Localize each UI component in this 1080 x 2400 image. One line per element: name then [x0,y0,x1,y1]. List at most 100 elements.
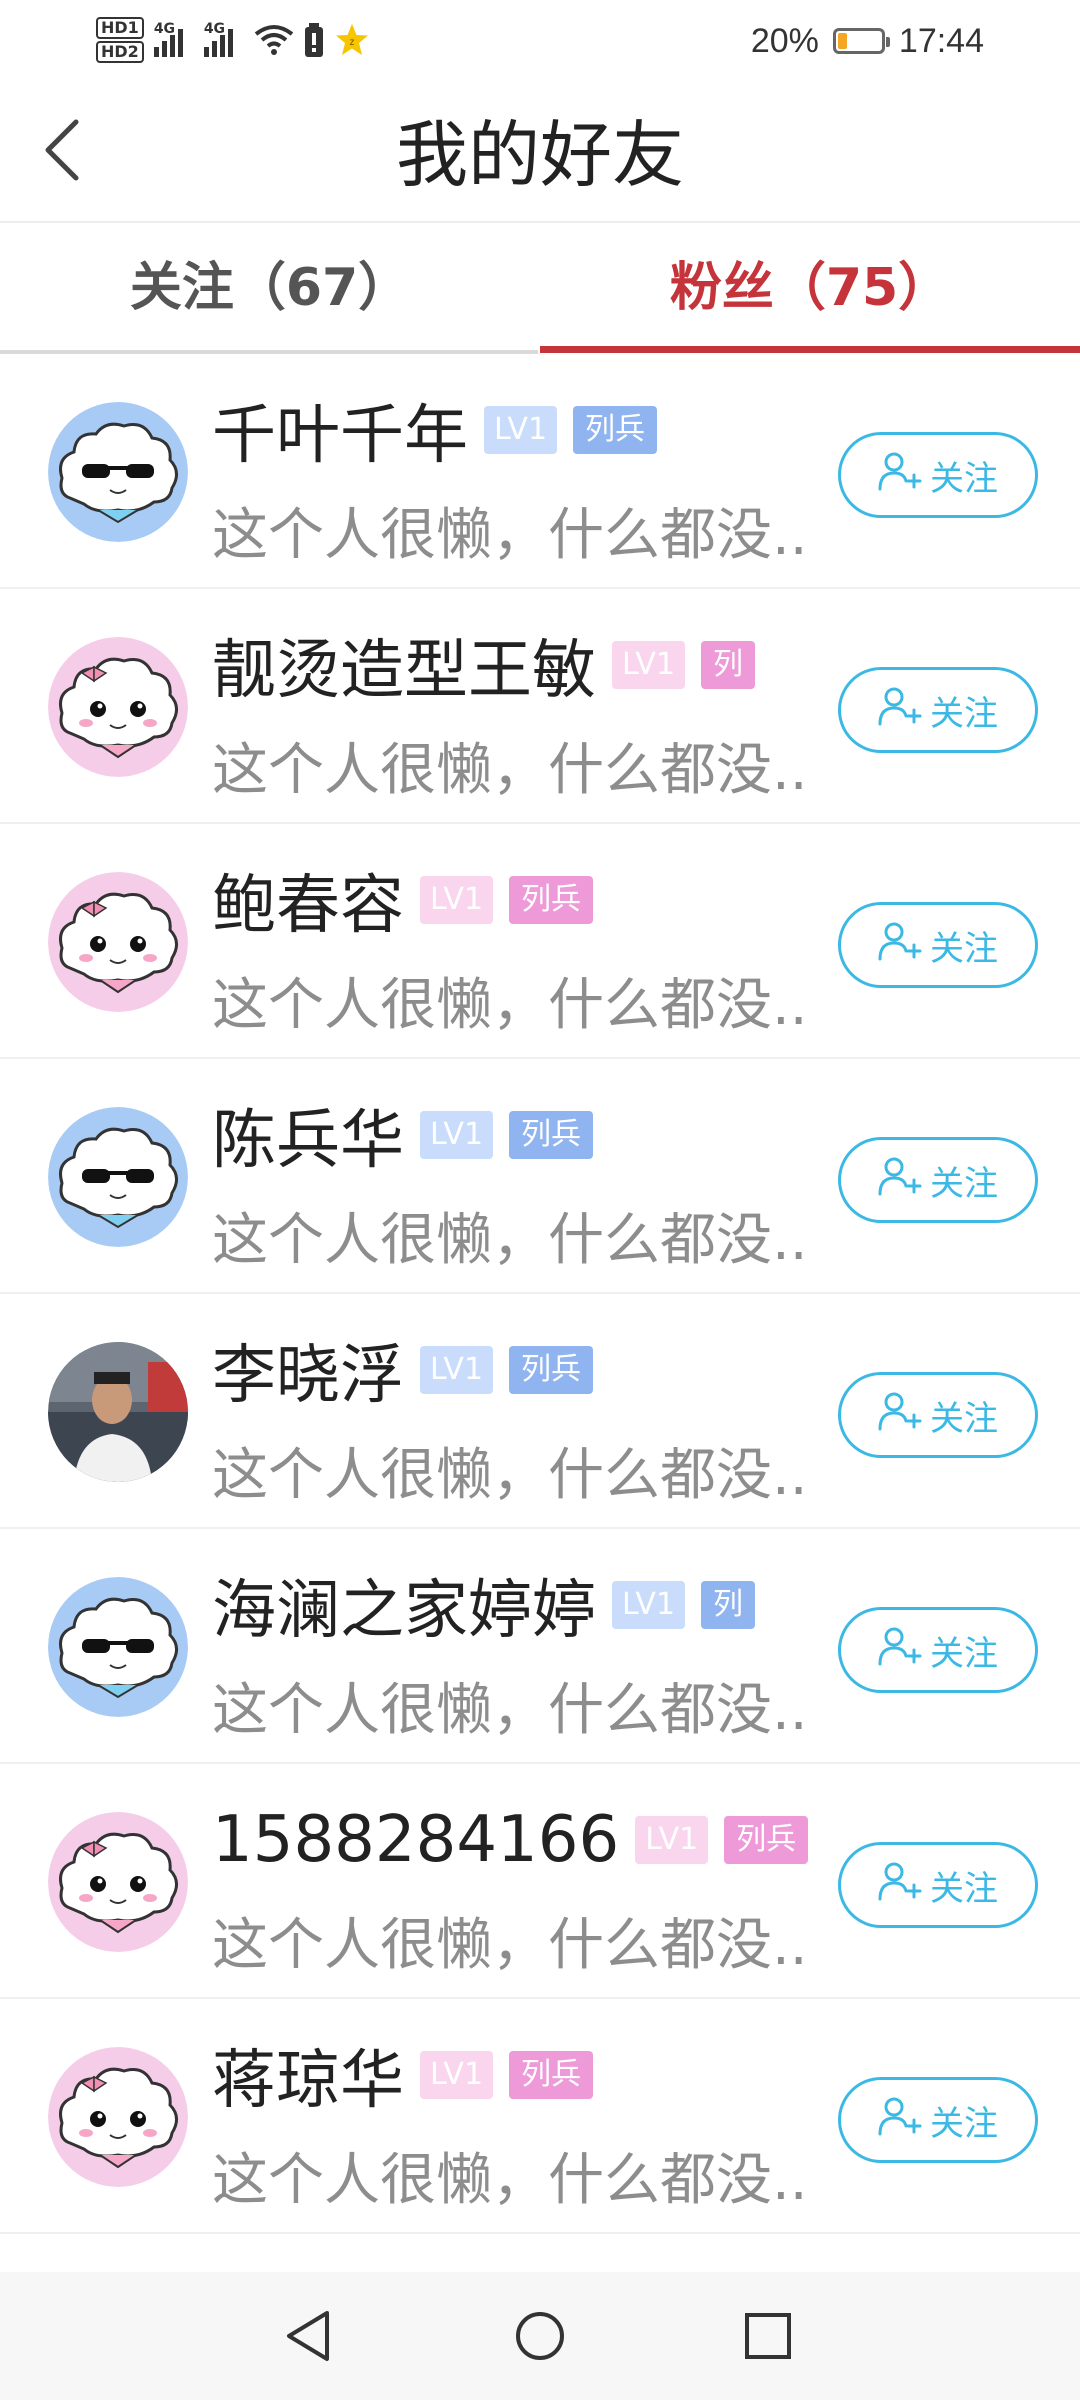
svg-text:z: z [349,37,354,48]
tab-active-indicator [540,346,1080,353]
cloud-sunglasses-avatar[interactable] [48,1107,188,1247]
add-user-icon [878,451,922,500]
friend-name: 鲍春容 [212,869,404,943]
friend-row[interactable]: 靓烫造型王敏 LV1 列 这个人很懒，什么都没... 关注 [0,589,1080,824]
rank-badge: 列兵 [724,1816,809,1864]
friend-bio: 这个人很懒，什么都没... [212,1208,812,1273]
rank-badge: 列兵 [509,2051,594,2099]
name-line: 1588284166 LV1 列兵 [212,1800,809,1880]
page-title: 我的好友 [395,113,684,197]
friend-row[interactable]: 李晓浮 LV1 列兵 这个人很懒，什么都没... 关注 [0,1294,1080,1529]
name-line: 陈兵华 LV1 列兵 [212,1095,594,1178]
add-user-icon [878,2096,922,2145]
level-badge: LV1 [420,1111,494,1159]
friend-bio: 这个人很懒，什么都没... [212,1678,812,1743]
follow-label: 关注 [930,928,998,969]
friend-name: 海澜之家婷婷 [212,1574,596,1648]
friend-bio: 这个人很懒，什么都没... [212,1443,812,1508]
follow-button[interactable]: 关注 [838,2077,1038,2163]
level-badge: LV1 [484,406,558,454]
follow-label: 关注 [930,1868,998,1909]
friend-row[interactable]: 蒋琼华 LV1 列兵 这个人很懒，什么都没... 关注 [0,1999,1080,2234]
rank-badge: 列 [701,1581,756,1629]
level-badge: LV1 [420,2051,494,2099]
cloud-bow-avatar[interactable] [48,1812,188,1952]
add-user-icon [878,1391,922,1440]
status-left-icons: HD1 HD2 4G 4G z [96,10,370,70]
follow-label: 关注 [930,2103,998,2144]
battery-icon [832,28,890,54]
friend-row[interactable]: 陈兵华 LV1 列兵 这个人很懒，什么都没... 关注 [0,1059,1080,1294]
cloud-bow-avatar[interactable] [48,872,188,1012]
navigation-bar [0,2272,1080,2400]
rank-badge: 列兵 [573,406,658,454]
friend-bio: 这个人很懒，什么都没... [212,1913,812,1978]
tab-bar: 关注（67） 粉丝（75） [0,223,1080,353]
friend-name: 千叶千年 [212,399,468,473]
cloud-sunglasses-avatar[interactable] [48,1577,188,1717]
wifi-icon [254,24,294,56]
friend-row[interactable]: 鲍春容 LV1 列兵 这个人很懒，什么都没... 关注 [0,824,1080,1059]
follow-button[interactable]: 关注 [838,1842,1038,1928]
friend-name: 蒋琼华 [212,2044,404,2118]
friend-row[interactable]: 千叶千年 LV1 列兵 这个人很懒，什么都没... 关注 [0,354,1080,589]
battery-saver-icon [304,23,324,57]
friend-name: 靓烫造型王敏 [212,634,596,708]
follow-button[interactable]: 关注 [838,667,1038,753]
status-bar: HD1 HD2 4G 4G z 20% 17:44 [0,0,1080,80]
signal-icon-2: 4G [203,21,244,57]
friend-name: 陈兵华 [212,1104,404,1178]
clock: 17:44 [898,21,984,60]
follow-label: 关注 [930,1633,998,1674]
cloud-bow-avatar[interactable] [48,2047,188,2187]
friend-row[interactable]: 海澜之家婷婷 LV1 列 这个人很懒，什么都没... 关注 [0,1529,1080,1764]
photo-avatar[interactable] [48,1342,188,1482]
friend-bio: 这个人很懒，什么都没... [212,738,812,803]
follow-label: 关注 [930,1163,998,1204]
hd1-indicator: HD1 [96,17,144,39]
add-user-icon [878,921,922,970]
follow-button[interactable]: 关注 [838,902,1038,988]
follow-button[interactable]: 关注 [838,1607,1038,1693]
follow-button[interactable]: 关注 [838,432,1038,518]
name-line: 蒋琼华 LV1 列兵 [212,2035,594,2118]
add-user-icon [878,1861,922,1910]
tab-following[interactable]: 关注（67） [0,223,540,353]
friend-bio: 这个人很懒，什么都没... [212,2148,812,2213]
name-line: 靓烫造型王敏 LV1 列 [212,625,756,708]
friend-bio: 这个人很懒，什么都没... [212,973,812,1038]
hd2-indicator: HD2 [96,41,144,63]
star-icon: z [334,22,370,58]
rank-badge: 列兵 [509,876,594,924]
level-badge: LV1 [612,1581,686,1629]
level-badge: LV1 [420,876,494,924]
cloud-bow-avatar[interactable] [48,637,188,777]
cloud-sunglasses-avatar[interactable] [48,402,188,542]
name-line: 海澜之家婷婷 LV1 列 [212,1565,756,1648]
friend-bio: 这个人很懒，什么都没... [212,503,812,568]
tab-fans[interactable]: 粉丝（75） [540,223,1080,353]
add-user-icon [878,686,922,735]
friend-row[interactable]: 1588284166 LV1 列兵 这个人很懒，什么都没... 关注 [0,1764,1080,1999]
name-line: 鲍春容 LV1 列兵 [212,860,594,943]
add-user-icon [878,1156,922,1205]
name-line: 李晓浮 LV1 列兵 [212,1330,594,1413]
rank-badge: 列 [701,641,756,689]
status-right: 20% 17:44 [751,16,984,66]
follow-button[interactable]: 关注 [838,1372,1038,1458]
signal-icon: 4G [153,21,194,57]
header: 我的好友 [0,80,1080,222]
hd-indicators: HD1 HD2 [96,17,144,63]
name-line: 千叶千年 LV1 列兵 [212,390,658,473]
rank-badge: 列兵 [509,1111,594,1159]
level-badge: LV1 [635,1816,709,1864]
follow-label: 关注 [930,458,998,499]
follow-button[interactable]: 关注 [838,1137,1038,1223]
nav-recents-icon[interactable] [728,2296,808,2376]
level-badge: LV1 [612,641,686,689]
friend-name: 1588284166 [212,1803,620,1877]
friend-name: 李晓浮 [212,1339,404,1413]
add-user-icon [878,1626,922,1675]
nav-home-icon[interactable] [500,2296,580,2376]
nav-back-icon[interactable] [268,2296,348,2376]
